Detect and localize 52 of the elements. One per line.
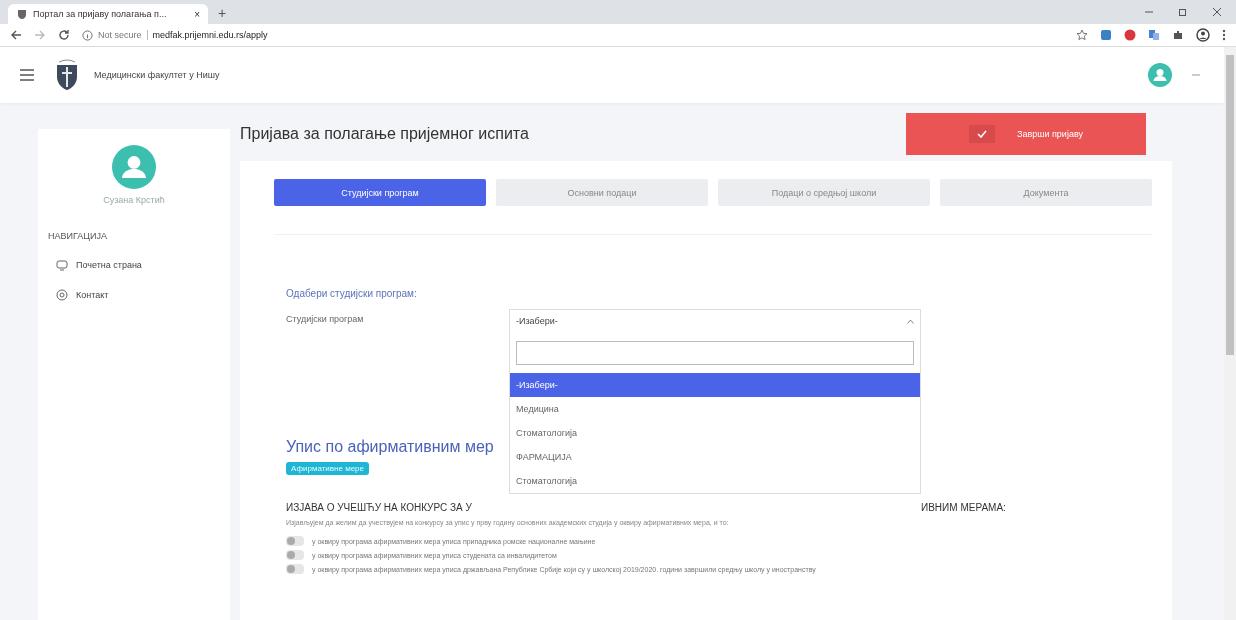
avatar-icon: [112, 145, 156, 189]
user-name: Сузана Крстић: [103, 195, 165, 205]
dropdown-option[interactable]: -Изабери-: [510, 373, 920, 397]
faculty-name: Медицински факултет у Нишу: [94, 70, 220, 80]
target-icon: [56, 289, 68, 301]
step-tab[interactable]: Студијски програм: [274, 179, 486, 206]
check-icon: [977, 130, 987, 138]
browser-tab[interactable]: Портал за пријаву полагања п... ×: [8, 4, 208, 24]
crest-icon: [54, 59, 80, 91]
close-icon[interactable]: [1212, 7, 1222, 17]
star-icon[interactable]: [1076, 29, 1088, 41]
profile-icon[interactable]: [1196, 28, 1210, 42]
step-tab[interactable]: Основни подаци: [496, 179, 708, 206]
nav-item[interactable]: Контакт: [56, 289, 230, 301]
caret-icon: [907, 318, 914, 324]
monitor-icon: [56, 259, 68, 271]
section-heading: НАВИГАЦИЈА: [48, 231, 108, 241]
puzzle-icon[interactable]: [1172, 29, 1184, 41]
nav-item[interactable]: Почетна страна: [56, 259, 230, 271]
menu-icon[interactable]: [20, 69, 34, 81]
new-tab-button[interactable]: +: [208, 5, 237, 24]
search-field[interactable]: [516, 341, 914, 365]
finish-button[interactable]: Заврши пријаву: [906, 113, 1146, 155]
crest-icon: [16, 8, 28, 20]
dropdown-option[interactable]: ФАРМАЦИЈА: [510, 445, 920, 469]
step-tab[interactable]: Подаци о средњој школи: [718, 179, 930, 206]
statement-heading: ИВНИМ МЕРАМА:: [921, 502, 1007, 513]
menu-icon[interactable]: [1222, 29, 1226, 41]
toggle-switch[interactable]: [286, 564, 304, 574]
reload-icon[interactable]: [58, 29, 70, 41]
field-label: Студијски програм: [286, 313, 365, 324]
statement-heading: ИЗЈАВА О УЧЕШЋУ НА КОНКУРС ЗА У: [286, 502, 473, 513]
avatar-icon[interactable]: [1148, 63, 1172, 87]
dropdown-option[interactable]: Стоматологија: [510, 421, 920, 445]
tag: Афирмативне мере: [286, 462, 370, 475]
tab-title: Портал за пријаву полагања п...: [33, 9, 168, 19]
dropdown-option[interactable]: Стоматологија: [510, 469, 920, 493]
toggle-switch[interactable]: [286, 550, 304, 560]
extension-icon[interactable]: [1100, 29, 1112, 41]
toggle-switch[interactable]: [286, 536, 304, 546]
info-icon: [82, 29, 93, 41]
page-title: Пријава за полагање пријемног испита: [240, 125, 529, 143]
back-icon[interactable]: [10, 29, 22, 41]
dropdown-option[interactable]: Медицина: [510, 397, 920, 421]
scrollbar[interactable]: [1224, 47, 1236, 620]
section-heading: Одабери студијски програм:: [286, 288, 418, 299]
step-tab[interactable]: Документа: [940, 179, 1152, 206]
close-tab-button[interactable]: ×: [194, 8, 200, 20]
section-heading: Упис по афирмативним мер: [286, 438, 495, 456]
restore-icon[interactable]: [1178, 7, 1188, 17]
extension-icon[interactable]: [1124, 29, 1136, 41]
extension-icon[interactable]: [1148, 29, 1160, 41]
